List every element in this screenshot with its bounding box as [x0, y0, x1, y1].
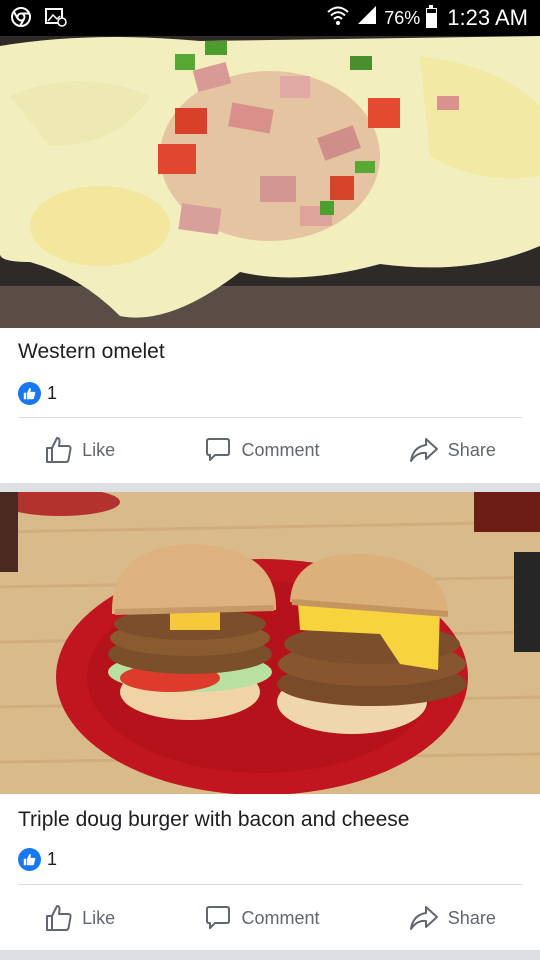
- share-icon: [408, 435, 440, 465]
- like-label: Like: [82, 439, 116, 460]
- like-reaction-icon: [18, 848, 41, 871]
- battery-level-fill: [427, 13, 437, 27]
- comment-icon: [203, 903, 233, 933]
- reaction-summary[interactable]: 1: [18, 848, 57, 871]
- battery-icon: [426, 5, 438, 28]
- chrome-icon: [10, 6, 32, 33]
- share-label: Share: [447, 907, 496, 928]
- like-label: Like: [82, 907, 116, 928]
- like-button[interactable]: Like: [44, 435, 115, 465]
- status-bar: 76% 1:23 AM: [0, 0, 540, 36]
- share-icon: [408, 903, 440, 933]
- divider: [18, 417, 522, 418]
- post-caption: Triple doug burger with bacon and cheese: [18, 808, 410, 831]
- burger-image: [0, 492, 540, 794]
- comment-button[interactable]: Comment: [203, 903, 320, 933]
- post-actions: Like Comment Share: [0, 900, 540, 936]
- post-card: Triple doug burger with bacon and cheese…: [0, 492, 540, 950]
- like-reaction-icon: [18, 382, 41, 405]
- image-notification-icon: [44, 6, 68, 33]
- omelet-image: [0, 36, 540, 328]
- comment-label: Comment: [241, 907, 320, 928]
- reaction-count: 1: [47, 383, 58, 403]
- clock: 1:23 AM: [447, 5, 528, 30]
- post-card: Western omelet 1 Like Comment Share: [0, 36, 540, 483]
- reaction-count: 1: [47, 849, 58, 869]
- signal-icon: [356, 4, 378, 32]
- post-photo-burger[interactable]: [0, 492, 540, 794]
- share-button[interactable]: Share: [408, 435, 496, 465]
- divider: [18, 884, 522, 885]
- post-photo-omelet[interactable]: [0, 36, 540, 328]
- share-label: Share: [447, 439, 496, 460]
- battery-percent: 76%: [384, 7, 421, 28]
- like-button[interactable]: Like: [44, 903, 115, 933]
- thumbs-up-icon: [44, 903, 74, 933]
- comment-button[interactable]: Comment: [203, 435, 320, 465]
- comment-icon: [203, 435, 233, 465]
- comment-label: Comment: [241, 439, 320, 460]
- post-actions: Like Comment Share: [0, 432, 540, 468]
- thumbs-up-icon: [44, 435, 74, 465]
- wifi-icon: [326, 4, 350, 32]
- share-button[interactable]: Share: [408, 903, 496, 933]
- post-caption: Western omelet: [18, 340, 165, 363]
- reaction-summary[interactable]: 1: [18, 382, 57, 405]
